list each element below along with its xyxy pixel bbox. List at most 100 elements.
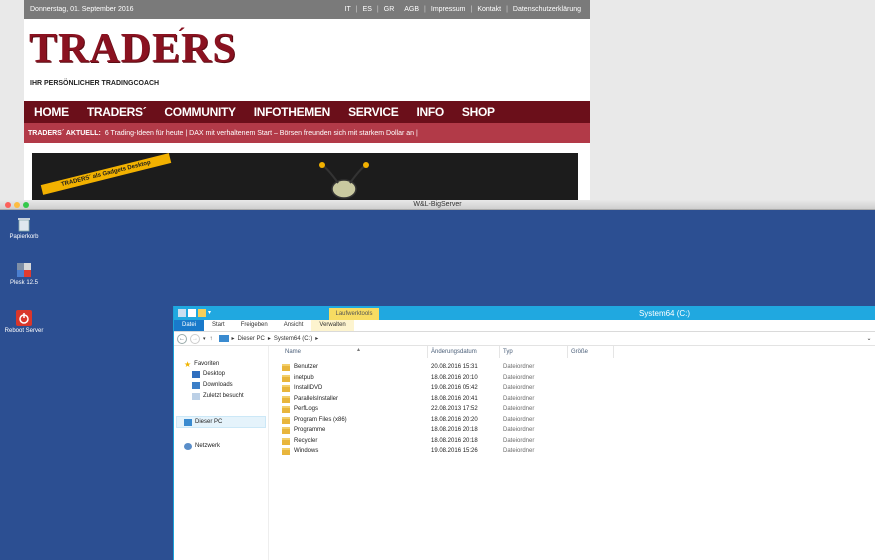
traders-website: Donnerstag, 01. September 2016 IT | ES | G… (24, 0, 590, 200)
sort-ascending-icon: ▴ (357, 347, 361, 353)
table-row[interactable]: Benutzer 20.08.2016 15:31 Dateiordner (272, 362, 622, 372)
ribbon-tabs: Datei Start Freigeben Ansicht Verwalten (174, 319, 875, 332)
navigation-pane: ★ Favoriten Desktop Downloads Zuletzt be… (174, 346, 269, 560)
tagline: IHR PERSÖNLICHER TRADINGCOACH (30, 80, 160, 87)
promo-banner[interactable]: TRADERS´ als Gadgets Desktop (32, 153, 578, 200)
recycle-bin-icon (16, 216, 32, 232)
table-row[interactable]: Program Files (x86) 18.08.2016 20:20 Dat… (272, 415, 622, 425)
address-row: ← → ▾ ↑ ▸ Dieser PC ▸ System64 (C:) ▸ ⌄ (174, 332, 875, 346)
folder-icon (282, 374, 290, 382)
file-list: Name ▴ Änderungsdatum Typ Größe Benutzer… (272, 346, 875, 560)
downloads-icon (192, 381, 200, 389)
impressum-link[interactable]: Impressum (426, 6, 471, 13)
network-icon (184, 442, 192, 450)
explorer-body: ★ Favoriten Desktop Downloads Zuletzt be… (174, 346, 875, 560)
top-bar: Donnerstag, 01. September 2016 IT | ES | G… (24, 0, 590, 19)
nav-recent[interactable]: Zuletzt besucht (192, 391, 244, 401)
main-nav: HOME TRADERS´ COMMUNITY INFOTHEMEN SERVI… (24, 101, 590, 123)
tab-start[interactable]: Start (204, 319, 233, 331)
folder-icon (282, 437, 290, 445)
desktop-icon-recycle-bin[interactable]: Papierkorb (2, 216, 46, 240)
nav-infothemen[interactable]: INFOTHEMEN (254, 105, 331, 119)
computer-icon (218, 335, 229, 342)
ant-mascot-icon (319, 162, 369, 199)
browser-background: Donnerstag, 01. September 2016 IT | ES | G… (0, 0, 875, 200)
ticker-text[interactable]: 6 Trading-Ideen für heute | DAX mit verh… (105, 130, 418, 137)
close-window-icon[interactable] (5, 202, 11, 208)
news-ticker: TRADERS´ AKTUELL: 6 Trading-Ideen für he… (24, 123, 590, 143)
tab-datei[interactable]: Datei (174, 319, 205, 331)
column-date[interactable]: Änderungsdatum (428, 346, 500, 358)
folder-icon (282, 406, 290, 413)
up-arrow-icon[interactable]: ↑ (210, 336, 213, 342)
rdp-titlebar[interactable]: W&L-BigServer (0, 200, 875, 210)
banner-ribbon: TRADERS´ als Gadgets Desktop (40, 153, 172, 195)
privacy-link[interactable]: Datenschutzerklärung (508, 6, 586, 13)
agb-link[interactable]: AGB (399, 6, 424, 13)
kontakt-link[interactable]: Kontakt (472, 6, 506, 13)
tab-ansicht[interactable]: Ansicht (276, 319, 312, 331)
file-explorer-window: ▾ Laufwerktools System64 (C:) Datei Star… (173, 306, 875, 560)
nav-this-pc[interactable]: Dieser PC (184, 417, 222, 427)
logo-accent-mark: ´ (178, 24, 186, 49)
windows-desktop: Papierkorb Plesk 12.5 Reboot Server ▾ La… (0, 210, 875, 560)
nav-downloads[interactable]: Downloads (192, 380, 233, 390)
recent-dropdown-icon[interactable]: ▾ (203, 336, 206, 342)
plesk-icon (16, 262, 32, 278)
folder-icon (282, 364, 290, 371)
folder-icon (282, 385, 290, 392)
nav-shop[interactable]: SHOP (462, 105, 495, 119)
nav-network[interactable]: Netzwerk (184, 441, 220, 451)
lang-it-link[interactable]: IT (340, 6, 356, 13)
nav-service[interactable]: SERVICE (348, 105, 399, 119)
window-controls (5, 202, 29, 208)
table-row[interactable]: Recycler 18.08.2016 20:18 Dateiordner (272, 436, 622, 446)
breadcrumb-this-pc[interactable]: Dieser PC (238, 336, 265, 342)
nav-home[interactable]: HOME (34, 105, 69, 119)
desktop-folder-icon (192, 370, 200, 378)
column-name[interactable]: Name ▴ (282, 346, 428, 358)
remote-desktop-window: W&L-BigServer Papierkorb Plesk 12.5 Rebo… (0, 200, 875, 560)
recent-places-icon (192, 392, 200, 400)
forward-arrow-icon[interactable]: → (190, 333, 200, 344)
rdp-title: W&L-BigServer (413, 201, 462, 208)
table-row[interactable]: ParallelsInstaller 18.08.2016 20:41 Date… (272, 394, 622, 404)
reboot-icon (16, 310, 32, 326)
tab-freigeben[interactable]: Freigeben (233, 319, 276, 331)
column-headers: Name ▴ Änderungsdatum Typ Größe (272, 346, 875, 358)
folder-icon (282, 395, 290, 403)
folder-icon (282, 448, 290, 455)
nav-info[interactable]: INFO (416, 105, 444, 119)
ticker-label: TRADERS´ AKTUELL: (28, 129, 101, 137)
nav-desktop[interactable]: Desktop (192, 369, 225, 379)
desktop-icon-plesk[interactable]: Plesk 12.5 (2, 262, 46, 286)
desktop-icon-reboot[interactable]: Reboot Server (2, 310, 46, 334)
computer-icon (184, 418, 192, 426)
zoom-window-icon[interactable] (23, 202, 29, 208)
nav-community[interactable]: COMMUNITY (164, 105, 236, 119)
table-row[interactable]: Programme 18.08.2016 20:18 Dateiordner (272, 425, 622, 435)
nav-traders[interactable]: TRADERS´ (87, 105, 147, 119)
top-links: IT | ES | GR AGB | Impressum | Kontakt | Date… (340, 6, 586, 13)
star-icon: ★ (184, 359, 192, 369)
current-date: Donnerstag, 01. September 2016 (30, 6, 134, 13)
back-arrow-icon[interactable]: ← (177, 333, 187, 344)
nav-favorites[interactable]: ★ Favoriten (184, 359, 219, 369)
explorer-titlebar[interactable]: ▾ Laufwerktools System64 (C:) (174, 306, 875, 320)
breadcrumb-drive[interactable]: System64 (C:) (274, 336, 312, 342)
address-bar[interactable]: ▸ Dieser PC ▸ System64 (C:) ▸ (218, 333, 863, 344)
traders-logo[interactable]: TRADERS (29, 28, 237, 70)
lang-es-link[interactable]: ES (358, 6, 377, 13)
table-row[interactable]: PerfLogs 22.08.2013 17:52 Dateiordner (272, 404, 622, 414)
tab-verwalten[interactable]: Verwalten (311, 319, 354, 331)
minimize-window-icon[interactable] (14, 202, 20, 208)
column-type[interactable]: Typ (500, 346, 568, 358)
folder-icon (282, 416, 290, 424)
table-row[interactable]: InstallDVD 19.08.2016 05:42 Dateiordner (272, 383, 622, 393)
address-dropdown-icon[interactable]: ⌄ (863, 335, 875, 342)
table-row[interactable]: Windows 19.08.2016 15:26 Dateiordner (272, 446, 622, 456)
explorer-title: System64 (C:) (638, 308, 691, 318)
table-row[interactable]: inetpub 18.08.2016 20:10 Dateiordner (272, 373, 622, 383)
lang-gr-link[interactable]: GR (379, 6, 400, 13)
column-size[interactable]: Größe (568, 346, 614, 358)
